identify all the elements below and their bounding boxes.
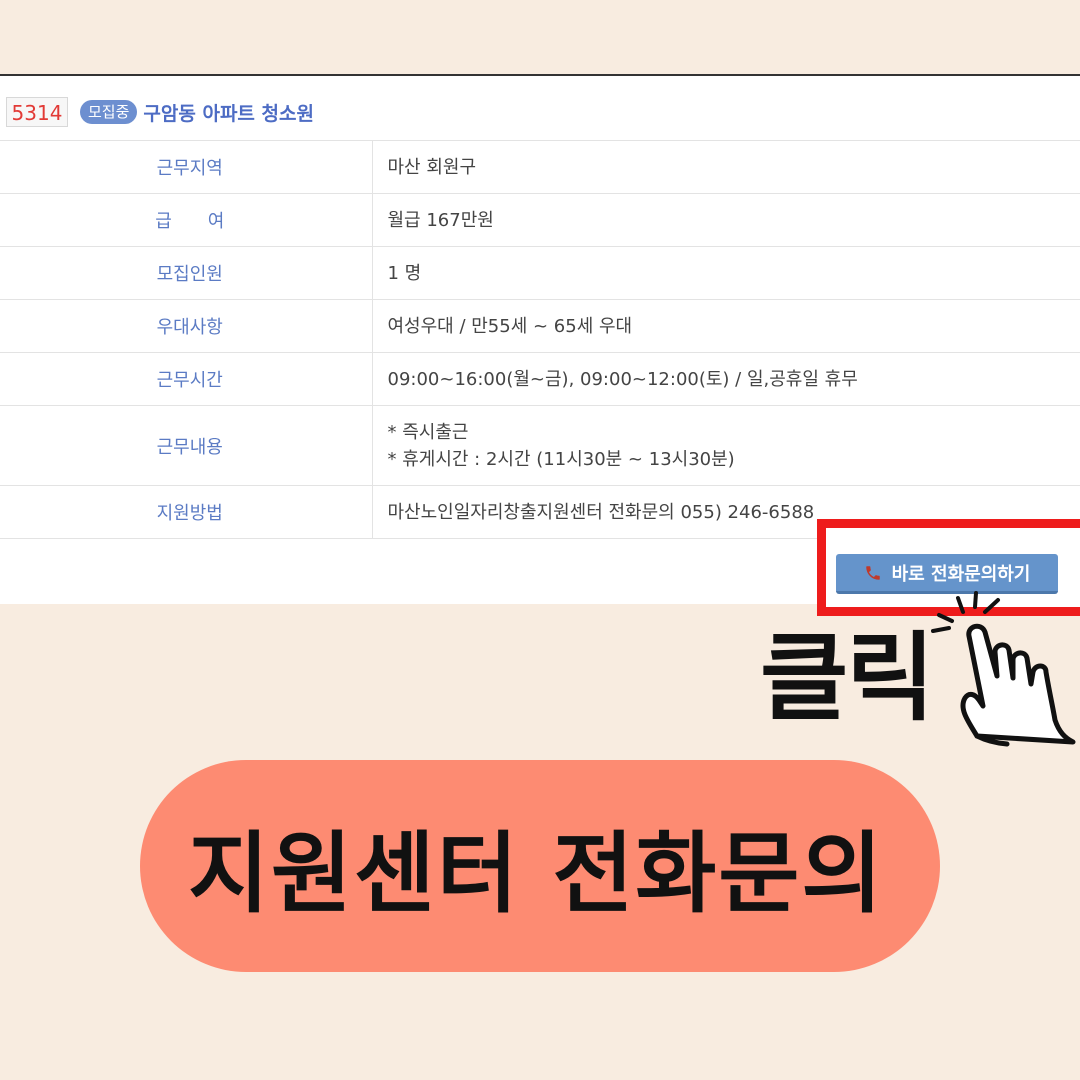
job-info-table: 근무지역 마산 회원구 급 여 월급 167만원 모집인원 1 명 우대사항 여… — [0, 140, 1080, 539]
row-value: 1 명 — [387, 262, 422, 284]
row-value: 09:00~16:00(월~금), 09:00~12:00(토) / 일,공휴일… — [387, 368, 858, 390]
row-value: 월급 167만원 — [387, 209, 494, 231]
row-label: 지원방법 — [0, 485, 373, 539]
job-title[interactable]: 구암동 아파트 청소원 — [143, 99, 314, 126]
row-label: 근무지역 — [0, 140, 373, 194]
row-label: 급 여 — [0, 193, 373, 247]
work-detail-line: * 즉시출근 — [387, 421, 469, 443]
row-label: 모집인원 — [0, 246, 373, 300]
pointing-hand-icon — [925, 588, 1080, 748]
support-center-banner: 지원센터 전화문의 — [140, 760, 940, 972]
row-label: 우대사항 — [0, 299, 373, 353]
row-value: 마산 회원구 — [387, 156, 477, 178]
banner-text: 지원센터 전화문의 — [188, 821, 885, 925]
row-label: 근무시간 — [0, 352, 373, 406]
row-value: 여성우대 / 만55세 ~ 65세 우대 — [387, 315, 633, 337]
table-row: 급 여 월급 167만원 — [0, 193, 1080, 247]
table-row: 모집인원 1 명 — [0, 246, 1080, 300]
job-header: 5314 모집중 구암동 아파트 청소원 — [6, 94, 314, 130]
table-row: 근무내용 * 즉시출근 * 휴게시간 : 2시간 (11시30분 ~ 13시30… — [0, 405, 1080, 486]
table-row: 우대사항 여성우대 / 만55세 ~ 65세 우대 — [0, 299, 1080, 353]
table-row: 근무지역 마산 회원구 — [0, 140, 1080, 194]
work-detail-line: * 휴게시간 : 2시간 (11시30분 ~ 13시30분) — [387, 448, 735, 470]
job-id: 5314 — [6, 97, 68, 127]
table-row: 근무시간 09:00~16:00(월~금), 09:00~12:00(토) / … — [0, 352, 1080, 406]
status-badge: 모집중 — [80, 100, 138, 124]
row-value: * 즉시출근 * 휴게시간 : 2시간 (11시30분 ~ 13시30분) — [372, 406, 1080, 486]
call-now-label: 바로 전화문의하기 — [891, 563, 1031, 585]
click-annotation: 클릭 — [760, 622, 935, 734]
row-label: 근무내용 — [0, 405, 373, 486]
phone-icon — [864, 564, 882, 582]
